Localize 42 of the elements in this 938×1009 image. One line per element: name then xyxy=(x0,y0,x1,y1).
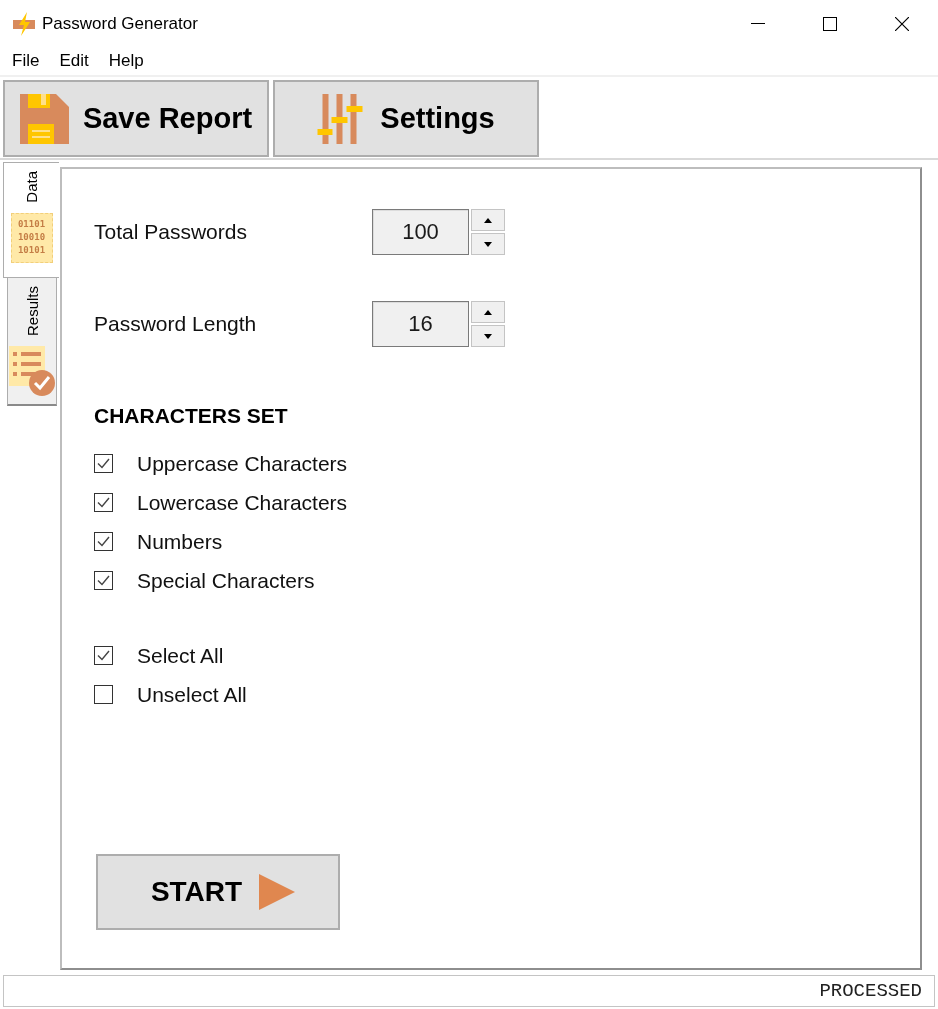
maximize-icon xyxy=(823,16,837,31)
lightning-icon xyxy=(13,11,35,36)
minimize-icon xyxy=(751,23,765,24)
checkbox-label: Lowercase Characters xyxy=(137,490,348,515)
spin-up-button[interactable] xyxy=(471,209,505,231)
checkbox-label: Select All xyxy=(137,643,224,668)
toolbar-button[interactable]: Settings xyxy=(273,80,539,157)
section-heading: CHARACTERS SET xyxy=(94,404,289,428)
side-tab[interactable]: Data 01101 10010 10101 xyxy=(3,162,59,278)
checkbox-label: Special Characters xyxy=(137,568,315,593)
side-tab[interactable]: Results xyxy=(7,278,57,406)
close-icon xyxy=(895,16,909,31)
spin-up-button[interactable] xyxy=(471,301,505,323)
caret-down-icon xyxy=(484,333,492,339)
caret-up-icon xyxy=(484,309,492,315)
checkbox[interactable] xyxy=(94,493,113,512)
start-button[interactable]: START xyxy=(96,854,340,930)
menu-item[interactable]: File xyxy=(5,49,47,73)
spin-down-button[interactable] xyxy=(471,325,505,347)
checkbox[interactable] xyxy=(94,454,113,473)
binary-code-tile: 01101 10010 10101 xyxy=(10,212,53,263)
play-icon xyxy=(259,874,296,910)
checklist-icon xyxy=(9,346,55,397)
number-field[interactable]: 16 xyxy=(372,301,469,347)
checkbox-label: Numbers xyxy=(137,529,223,554)
checkbox-label: Uppercase Characters xyxy=(137,451,348,476)
checkbox[interactable] xyxy=(94,685,113,704)
toolbar-button[interactable]: Save Report xyxy=(3,80,269,157)
spin-down-button[interactable] xyxy=(471,233,505,255)
window-title: Password Generator xyxy=(42,13,198,34)
caret-down-icon xyxy=(484,241,492,247)
caret-up-icon xyxy=(484,217,492,223)
checkbox-label: Unselect All xyxy=(137,682,247,707)
number-field[interactable]: 100 xyxy=(372,209,469,255)
field-label: Total Passwords xyxy=(94,220,248,244)
checkbox[interactable] xyxy=(94,646,113,665)
menu-item[interactable]: Help xyxy=(101,49,151,73)
checkbox[interactable] xyxy=(94,571,113,590)
field-label: Password Length xyxy=(94,312,258,336)
checkbox[interactable] xyxy=(94,532,113,551)
menu-item[interactable]: Edit xyxy=(52,49,96,73)
status-text: PROCESSED xyxy=(819,980,922,1002)
